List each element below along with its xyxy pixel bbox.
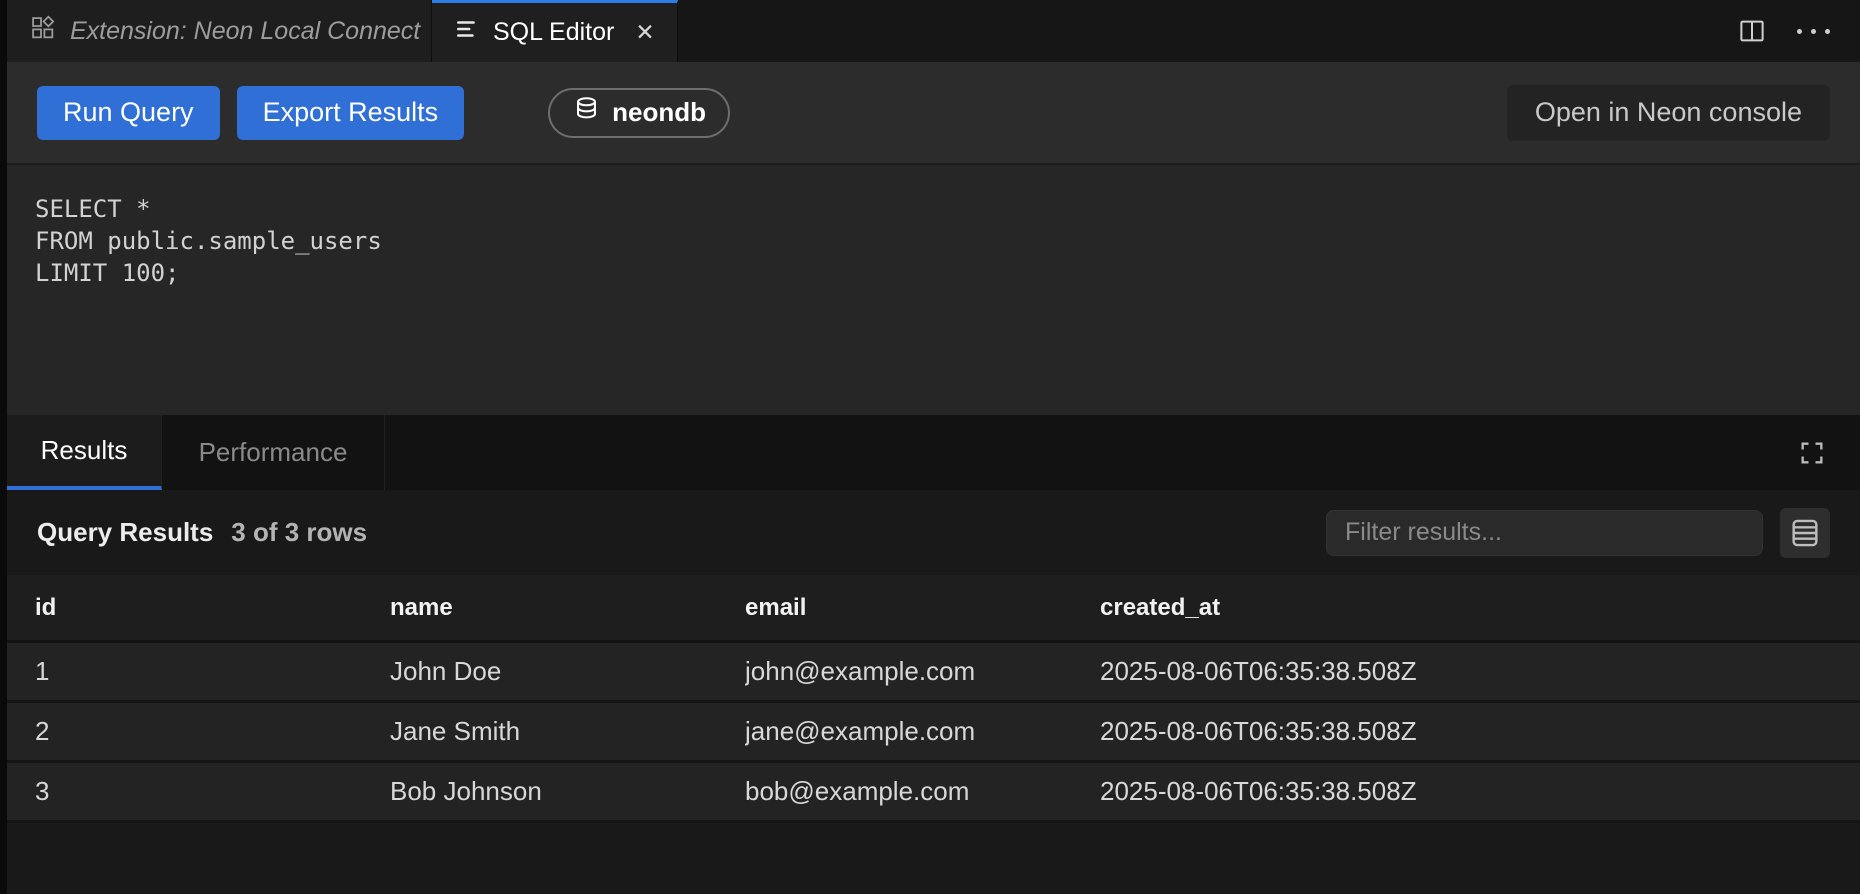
table-cell: John Doe — [390, 656, 745, 687]
database-icon — [572, 95, 601, 131]
table-row[interactable]: 3Bob Johnsonbob@example.com2025-08-06T06… — [7, 763, 1860, 823]
tab-extension-neon-local-connect[interactable]: Extension: Neon Local Connect — [7, 0, 432, 62]
table-cell: 1 — [35, 656, 390, 687]
table-cell: john@example.com — [745, 656, 1100, 687]
run-query-button[interactable]: Run Query — [37, 86, 220, 140]
close-icon[interactable]: ✕ — [635, 21, 654, 44]
tab-results[interactable]: Results — [7, 415, 162, 490]
split-editor-icon[interactable] — [1737, 16, 1767, 46]
sql-line: SELECT * — [35, 193, 1840, 225]
tab-performance[interactable]: Performance — [162, 415, 385, 490]
table-row[interactable]: 2Jane Smithjane@example.com2025-08-06T06… — [7, 703, 1860, 763]
left-edge-strip — [0, 0, 7, 894]
fullscreen-icon[interactable] — [1798, 439, 1826, 467]
open-neon-console-button[interactable]: Open in Neon console — [1507, 85, 1830, 141]
table-cell: 2025-08-06T06:35:38.508Z — [1100, 656, 1860, 687]
tab-label: Extension: Neon Local Connect — [70, 17, 420, 46]
sql-editor[interactable]: SELECT *FROM public.sample_usersLIMIT 10… — [7, 165, 1860, 415]
column-header: id — [35, 594, 390, 622]
rows-icon[interactable] — [1780, 508, 1830, 558]
more-actions-icon[interactable] — [1797, 29, 1830, 34]
tab-bar-actions — [1737, 0, 1860, 62]
list-icon — [454, 16, 480, 49]
table-cell: bob@example.com — [745, 776, 1100, 807]
sql-line: LIMIT 100; — [35, 257, 1840, 289]
table-empty-space — [7, 823, 1860, 894]
query-toolbar: Run Query Export Results neondb Open in … — [7, 62, 1860, 165]
table-row[interactable]: 1John Doejohn@example.com2025-08-06T06:3… — [7, 643, 1860, 703]
table-cell: 2025-08-06T06:35:38.508Z — [1100, 776, 1860, 807]
table-cell: Jane Smith — [390, 716, 745, 747]
table-cell: jane@example.com — [745, 716, 1100, 747]
table-cell: 2025-08-06T06:35:38.508Z — [1100, 716, 1860, 747]
export-results-button[interactable]: Export Results — [237, 86, 465, 140]
extensions-icon — [29, 14, 57, 49]
table-body: 1John Doejohn@example.com2025-08-06T06:3… — [7, 643, 1860, 823]
table-cell: Bob Johnson — [390, 776, 745, 807]
column-header: email — [745, 594, 1100, 622]
database-selector[interactable]: neondb — [548, 88, 730, 138]
app-window: Extension: Neon Local Connect SQL Editor… — [0, 0, 1860, 894]
sql-line: FROM public.sample_users — [35, 225, 1840, 257]
tab-sql-editor[interactable]: SQL Editor ✕ — [432, 0, 678, 62]
column-header: created_at — [1100, 594, 1860, 622]
query-results-title: Query Results — [37, 517, 213, 548]
main-panel: Extension: Neon Local Connect SQL Editor… — [7, 0, 1860, 894]
column-header: name — [390, 594, 745, 622]
filter-results-input[interactable] — [1326, 510, 1763, 556]
table-cell: 3 — [35, 776, 390, 807]
editor-tab-bar: Extension: Neon Local Connect SQL Editor… — [7, 0, 1860, 62]
database-name: neondb — [612, 97, 706, 128]
table-header-row: idnameemailcreated_at — [7, 575, 1860, 643]
results-tab-strip: Results Performance — [7, 415, 1860, 490]
tab-label: SQL Editor — [493, 18, 614, 47]
results-header: Query Results 3 of 3 rows — [7, 490, 1860, 575]
table-cell: 2 — [35, 716, 390, 747]
row-count-badge: 3 of 3 rows — [231, 517, 367, 548]
